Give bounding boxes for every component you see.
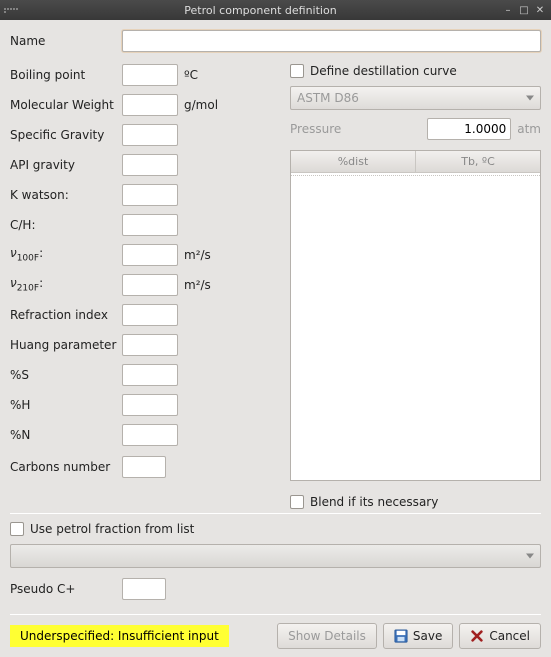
use-fraction-label: Use petrol fraction from list: [30, 522, 194, 536]
dialog-body: Name Boiling point ºC Molecular Weight g…: [0, 20, 551, 657]
save-icon: [394, 629, 408, 643]
distillation-method-value: ASTM D86: [297, 91, 359, 105]
boiling-point-label: Boiling point: [10, 68, 122, 82]
define-curve-label: Define destillation curve: [310, 64, 457, 78]
status-message: Underspecified: Insufficient input: [10, 625, 229, 647]
use-fraction-checkbox[interactable]: [10, 522, 24, 536]
cancel-button[interactable]: Cancel: [459, 623, 541, 649]
maximize-button[interactable]: □: [517, 3, 531, 17]
window-title: Petrol component definition: [22, 4, 499, 17]
pct-n-label: %N: [10, 428, 122, 442]
api-gravity-label: API gravity: [10, 158, 122, 172]
footer: Underspecified: Insufficient input Show …: [10, 623, 541, 649]
window-grip-icon: [4, 8, 18, 13]
c-h-label: C/H:: [10, 218, 122, 232]
k-watson-label: K watson:: [10, 188, 122, 202]
v100f-label: ν100F:: [10, 246, 122, 263]
specific-gravity-input[interactable]: [122, 124, 178, 146]
carbons-number-label: Carbons number: [10, 460, 122, 474]
pct-s-label: %S: [10, 368, 122, 382]
refraction-index-input[interactable]: [122, 304, 178, 326]
c-h-input[interactable]: [122, 214, 178, 236]
v210f-label: ν210F:: [10, 276, 122, 293]
pct-h-input[interactable]: [122, 394, 178, 416]
pressure-unit: atm: [517, 122, 541, 136]
pseudo-c-input[interactable]: [122, 578, 166, 600]
boiling-point-unit: ºC: [184, 68, 198, 82]
pct-h-label: %H: [10, 398, 122, 412]
pct-s-input[interactable]: [122, 364, 178, 386]
pressure-label: Pressure: [290, 122, 362, 136]
show-details-button[interactable]: Show Details: [277, 623, 377, 649]
distillation-grid: %dist Tb, ºC: [290, 150, 541, 481]
v100f-input[interactable]: [122, 244, 178, 266]
chevron-down-icon: [526, 96, 534, 101]
api-gravity-input[interactable]: [122, 154, 178, 176]
carbons-number-input[interactable]: [122, 456, 166, 478]
molecular-weight-input[interactable]: [122, 94, 178, 116]
name-label: Name: [10, 34, 122, 48]
distillation-method-select[interactable]: ASTM D86: [290, 86, 541, 110]
v100f-unit: m²/s: [184, 248, 211, 262]
close-button[interactable]: ✕: [533, 3, 547, 17]
v210f-input[interactable]: [122, 274, 178, 296]
specific-gravity-label: Specific Gravity: [10, 128, 122, 142]
chevron-down-icon: [526, 554, 534, 559]
cancel-icon: [470, 629, 484, 643]
huang-parameter-input[interactable]: [122, 334, 178, 356]
properties-column: Boiling point ºC Molecular Weight g/mol …: [10, 64, 272, 509]
save-button[interactable]: Save: [383, 623, 453, 649]
name-input[interactable]: [122, 30, 541, 52]
separator: [10, 513, 541, 514]
fraction-list-select[interactable]: [10, 544, 541, 568]
grid-body[interactable]: [291, 175, 540, 480]
define-curve-checkbox[interactable]: [290, 64, 304, 78]
pseudo-c-label: Pseudo C+: [10, 582, 122, 596]
blend-label: Blend if its necessary: [310, 495, 438, 509]
minimize-button[interactable]: –: [501, 3, 515, 17]
grid-header-dist[interactable]: %dist: [291, 151, 416, 173]
separator: [10, 614, 541, 615]
molecular-weight-label: Molecular Weight: [10, 98, 122, 112]
boiling-point-input[interactable]: [122, 64, 178, 86]
v210f-unit: m²/s: [184, 278, 211, 292]
molecular-weight-unit: g/mol: [184, 98, 218, 112]
pressure-input[interactable]: [427, 118, 511, 140]
grid-header-tb[interactable]: Tb, ºC: [416, 151, 540, 173]
pct-n-input[interactable]: [122, 424, 178, 446]
k-watson-input[interactable]: [122, 184, 178, 206]
huang-parameter-label: Huang parameter: [10, 338, 122, 352]
distillation-column: Define destillation curve ASTM D86 Press…: [290, 64, 541, 509]
blend-checkbox[interactable]: [290, 495, 304, 509]
titlebar: Petrol component definition – □ ✕: [0, 0, 551, 20]
refraction-index-label: Refraction index: [10, 308, 122, 322]
